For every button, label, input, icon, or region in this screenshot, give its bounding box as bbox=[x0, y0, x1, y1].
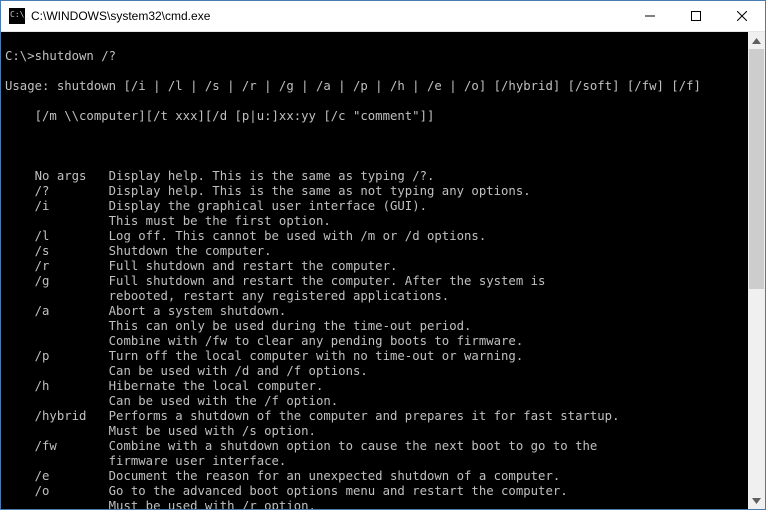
scrollbar-track[interactable] bbox=[748, 49, 765, 492]
option-desc: Turn off the local computer with no time… bbox=[109, 349, 524, 363]
help-line: /hybrid Performs a shutdown of the compu… bbox=[5, 409, 761, 424]
help-line: /i Display the graphical user interface … bbox=[5, 199, 761, 214]
help-line: Can be used with the /f option. bbox=[5, 394, 761, 409]
option-desc: Full shutdown and restart the computer. … bbox=[109, 274, 546, 288]
option-desc: Display the graphical user interface (GU… bbox=[109, 199, 427, 213]
help-line: Must be used with /r option. bbox=[5, 499, 761, 509]
usage-line: Usage: shutdown [/i | /l | /s | /r | /g … bbox=[5, 79, 761, 94]
window-title: C:\WINDOWS\system32\cmd.exe bbox=[31, 9, 627, 23]
option-desc: firmware user interface. bbox=[109, 454, 287, 468]
help-line: Combine with /fw to clear any pending bo… bbox=[5, 334, 761, 349]
option-key bbox=[5, 289, 109, 304]
help-line: /g Full shutdown and restart the compute… bbox=[5, 274, 761, 289]
cmd-window: C:\WINDOWS\system32\cmd.exe C:\>shutdown… bbox=[0, 0, 766, 510]
option-key: /hybrid bbox=[5, 409, 109, 424]
option-key: /fw bbox=[5, 439, 109, 454]
titlebar[interactable]: C:\WINDOWS\system32\cmd.exe bbox=[1, 1, 765, 32]
help-line: /? Display help. This is the same as not… bbox=[5, 184, 761, 199]
option-desc: rebooted, restart any registered applica… bbox=[109, 289, 450, 303]
option-desc: Combine with /fw to clear any pending bo… bbox=[109, 334, 524, 348]
usage-line: [/m \\computer][/t xxx][/d [p|u:]xx:yy [… bbox=[5, 109, 761, 124]
maximize-button[interactable] bbox=[673, 1, 719, 31]
option-desc: Log off. This cannot be used with /m or … bbox=[109, 229, 487, 243]
option-key bbox=[5, 334, 109, 349]
option-key bbox=[5, 319, 109, 334]
option-desc: Display help. This is the same as typing… bbox=[109, 169, 435, 183]
vertical-scrollbar[interactable] bbox=[748, 32, 765, 509]
terminal-output[interactable]: C:\>shutdown /? Usage: shutdown [/i | /l… bbox=[1, 32, 765, 509]
prompt-line: C:\>shutdown /? bbox=[5, 49, 761, 64]
blank-line bbox=[5, 139, 761, 154]
help-line: Can be used with /d and /f options. bbox=[5, 364, 761, 379]
option-desc: Must be used with /r option. bbox=[109, 499, 316, 509]
option-desc: This must be the first option. bbox=[109, 214, 331, 228]
option-desc: Hibernate the local computer. bbox=[109, 379, 324, 393]
scroll-down-button[interactable] bbox=[748, 492, 765, 509]
option-key: /p bbox=[5, 349, 109, 364]
help-line: This can only be used during the time-ou… bbox=[5, 319, 761, 334]
option-key bbox=[5, 424, 109, 439]
option-desc: Can be used with /d and /f options. bbox=[109, 364, 368, 378]
option-key: /? bbox=[5, 184, 109, 199]
help-line: /e Document the reason for an unexpected… bbox=[5, 469, 761, 484]
option-key bbox=[5, 364, 109, 379]
option-key bbox=[5, 499, 109, 509]
option-key: /h bbox=[5, 379, 109, 394]
option-desc: Performs a shutdown of the computer and … bbox=[109, 409, 620, 423]
option-key bbox=[5, 454, 109, 469]
cmd-icon bbox=[9, 8, 25, 24]
help-line: This must be the first option. bbox=[5, 214, 761, 229]
option-key: /r bbox=[5, 259, 109, 274]
option-key: /g bbox=[5, 274, 109, 289]
help-line: /l Log off. This cannot be used with /m … bbox=[5, 229, 761, 244]
help-line: /s Shutdown the computer. bbox=[5, 244, 761, 259]
option-desc: Display help. This is the same as not ty… bbox=[109, 184, 531, 198]
help-line: rebooted, restart any registered applica… bbox=[5, 289, 761, 304]
option-desc: This can only be used during the time-ou… bbox=[109, 319, 472, 333]
option-desc: Shutdown the computer. bbox=[109, 244, 272, 258]
scrollbar-thumb[interactable] bbox=[749, 49, 764, 289]
help-line: firmware user interface. bbox=[5, 454, 761, 469]
help-line: /r Full shutdown and restart the compute… bbox=[5, 259, 761, 274]
option-desc: Can be used with the /f option. bbox=[109, 394, 339, 408]
option-key: No args bbox=[5, 169, 109, 184]
help-line: No args Display help. This is the same a… bbox=[5, 169, 761, 184]
option-key: /e bbox=[5, 469, 109, 484]
option-key bbox=[5, 214, 109, 229]
option-desc: Document the reason for an unexpected sh… bbox=[109, 469, 561, 483]
option-key: /o bbox=[5, 484, 109, 499]
option-desc: Full shutdown and restart the computer. bbox=[109, 259, 398, 273]
close-button[interactable] bbox=[719, 1, 765, 31]
option-key: /l bbox=[5, 229, 109, 244]
option-desc: Abort a system shutdown. bbox=[109, 304, 287, 318]
help-line: /a Abort a system shutdown. bbox=[5, 304, 761, 319]
minimize-button[interactable] bbox=[627, 1, 673, 31]
help-line: /fw Combine with a shutdown option to ca… bbox=[5, 439, 761, 454]
option-key: /a bbox=[5, 304, 109, 319]
option-desc: Go to the advanced boot options menu and… bbox=[109, 484, 568, 498]
help-line: Must be used with /s option. bbox=[5, 424, 761, 439]
scroll-up-button[interactable] bbox=[748, 32, 765, 49]
help-line: /h Hibernate the local computer. bbox=[5, 379, 761, 394]
help-line: /o Go to the advanced boot options menu … bbox=[5, 484, 761, 499]
option-key: /s bbox=[5, 244, 109, 259]
help-line: /p Turn off the local computer with no t… bbox=[5, 349, 761, 364]
option-key: /i bbox=[5, 199, 109, 214]
option-desc: Combine with a shutdown option to cause … bbox=[109, 439, 598, 453]
option-key bbox=[5, 394, 109, 409]
option-desc: Must be used with /s option. bbox=[109, 424, 316, 438]
